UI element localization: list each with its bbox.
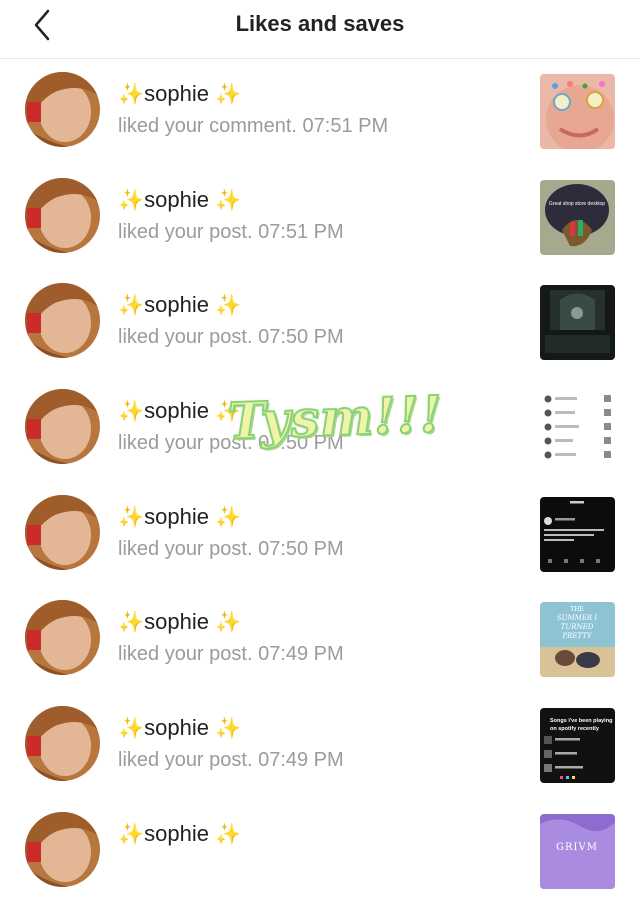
timestamp: 07:51 PM [302, 115, 389, 137]
timestamp: 07:50 PM [258, 432, 344, 455]
notification-text: liked your comment. 07:51 PM [118, 115, 388, 138]
sparkle-icon: ✨ [118, 294, 145, 318]
post-thumbnail[interactable]: GRIVM [540, 813, 615, 889]
thumb-text: TURNED [561, 623, 594, 631]
sparkle-icon: ✨ [215, 505, 242, 529]
notification-text: liked your post. 07:50 PM [118, 326, 344, 349]
thumb-text: SUMMER I [557, 614, 598, 622]
notification-item[interactable]: ✨sophie ✨ liked your comment. 07:51 PM [0, 58, 640, 164]
username[interactable]: sophie [144, 609, 209, 634]
thumb-text: Songs i've been playing [550, 718, 612, 724]
sparkle-icon: ✨ [118, 611, 145, 635]
action-text: liked your post. [118, 432, 253, 455]
sparkle-icon: ✨ [118, 822, 145, 846]
action-text: liked your post. [118, 220, 253, 243]
username-line: ✨sophie ✨ [118, 81, 241, 107]
timestamp: 07:50 PM [258, 537, 344, 560]
sparkle-icon: ✨ [118, 188, 145, 212]
sparkle-icon: ✨ [215, 400, 242, 424]
post-thumbnail[interactable] [540, 391, 615, 467]
sparkle-icon: ✨ [118, 400, 145, 424]
notification-list: ✨sophie ✨ liked your comment. 07:51 PM ✨… [0, 58, 640, 904]
username[interactable]: sophie [144, 81, 209, 106]
username[interactable]: sophie [144, 504, 209, 529]
username[interactable]: sophie [144, 187, 209, 212]
username-line: ✨sophie ✨ [118, 292, 241, 318]
notification-item[interactable]: ✨sophie ✨ liked your post. 07:49 PM Song… [0, 692, 640, 798]
thumb-text: THE [570, 606, 584, 613]
sparkle-icon: ✨ [118, 505, 145, 529]
timestamp: 07:50 PM [258, 326, 344, 349]
action-text: liked your comment. [118, 115, 297, 137]
notification-text: liked your post. 07:50 PM [118, 538, 344, 561]
username-line: ✨sophie ✨ [118, 187, 241, 213]
sparkle-icon: ✨ [215, 294, 242, 318]
avatar[interactable] [25, 494, 100, 570]
notification-item[interactable]: ✨sophie ✨ liked your post. 07:50 PM [0, 269, 640, 375]
username-line: ✨sophie ✨ [118, 609, 241, 635]
post-thumbnail[interactable] [540, 496, 615, 572]
post-thumbnail[interactable]: Songs i've been playing on spotify recen… [540, 708, 615, 784]
sparkle-icon: ✨ [215, 822, 242, 846]
username[interactable]: sophie [144, 821, 209, 846]
avatar[interactable] [25, 389, 100, 465]
thumb-text: GRIVM [556, 842, 598, 853]
post-thumbnail[interactable]: THE SUMMER I TURNED PRETTY [540, 602, 615, 678]
username-line: ✨sophie ✨ [118, 715, 241, 741]
username-line: ✨sophie ✨ [118, 821, 241, 847]
notification-text: liked your post. 07:49 PM [118, 643, 344, 666]
notification-item[interactable]: ✨sophie ✨ liked your post. 07:50 PM [0, 375, 640, 481]
avatar[interactable] [25, 811, 100, 887]
thumb-text: PRETTY [561, 632, 593, 640]
notification-text: liked your post. 07:50 PM [118, 432, 344, 455]
post-thumbnail[interactable] [540, 285, 615, 361]
sparkle-icon: ✨ [215, 83, 242, 106]
timestamp: 07:51 PM [258, 220, 344, 243]
action-text: liked your post. [118, 326, 253, 349]
post-thumbnail[interactable] [540, 74, 615, 149]
action-text: liked your post. [118, 643, 253, 666]
avatar[interactable] [25, 283, 100, 359]
action-text: liked your post. [118, 537, 253, 560]
thumb-text: Great shop store desktop [549, 201, 605, 207]
username-line: ✨sophie ✨ [118, 398, 241, 424]
sparkle-icon: ✨ [118, 717, 145, 741]
notification-item[interactable]: ✨sophie ✨ liked your post. 07:51 PM Grea… [0, 164, 640, 270]
notification-item[interactable]: ✨sophie ✨ liked your post. 07:50 PM [0, 481, 640, 587]
avatar[interactable] [25, 177, 100, 253]
action-text: liked your post. [118, 749, 253, 772]
avatar[interactable] [25, 72, 100, 147]
notification-item[interactable]: ✨sophie ✨ GRIVM [0, 798, 640, 904]
timestamp: 07:49 PM [258, 643, 344, 666]
sparkle-icon: ✨ [118, 83, 145, 106]
username-line: ✨sophie ✨ [118, 504, 241, 530]
sparkle-icon: ✨ [215, 611, 242, 635]
notification-text: liked your post. 07:51 PM [118, 221, 344, 244]
notification-text: liked your post. 07:49 PM [118, 749, 344, 772]
username[interactable]: sophie [144, 398, 209, 423]
sparkle-icon: ✨ [215, 188, 242, 212]
username[interactable]: sophie [144, 715, 209, 740]
top-bar: Likes and saves [0, 0, 640, 59]
thumb-text: on spotify recently [550, 726, 600, 732]
post-thumbnail[interactable]: Great shop store desktop [540, 179, 615, 255]
avatar[interactable] [25, 706, 100, 782]
timestamp: 07:49 PM [258, 749, 344, 772]
username[interactable]: sophie [144, 292, 209, 317]
notification-item[interactable]: ✨sophie ✨ liked your post. 07:49 PM THE … [0, 586, 640, 692]
avatar[interactable] [25, 600, 100, 676]
page-title: Likes and saves [235, 11, 405, 36]
sparkle-icon: ✨ [215, 717, 242, 741]
